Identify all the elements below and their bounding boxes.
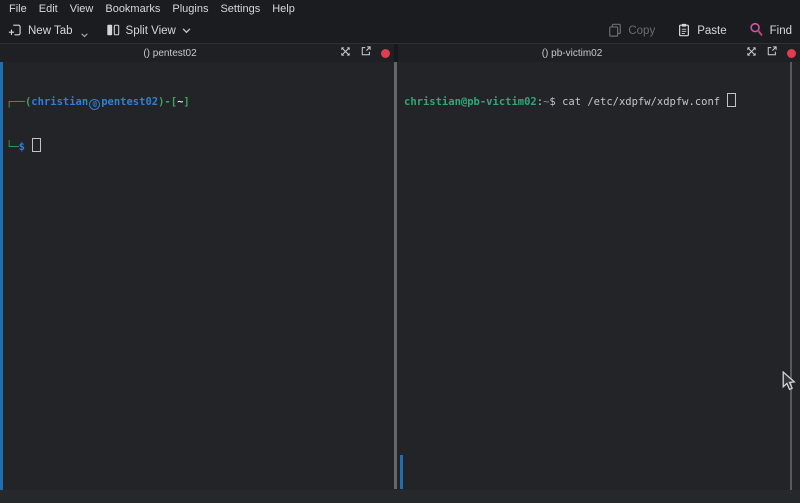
detach-view-icon[interactable] (766, 44, 778, 62)
close-view-button[interactable] (381, 49, 390, 58)
terminal-left[interactable]: ┌──(christian@pentest02)-[~] └─$ (0, 62, 394, 490)
pane-header-right[interactable]: () pb-victim02 (398, 44, 800, 62)
detach-view-icon[interactable] (360, 44, 372, 62)
copy-label: Copy (628, 25, 655, 37)
kali-prompt-line1: ┌──(christian@pentest02)-[~] (6, 95, 190, 110)
menu-bookmarks[interactable]: Bookmarks (99, 0, 166, 19)
split-view-icon (106, 23, 120, 40)
new-tab-button[interactable]: New Tab (8, 21, 88, 41)
terminal-cursor (727, 93, 736, 107)
find-label: Find (770, 25, 792, 37)
right-pane-title: () pb-victim02 (398, 48, 746, 59)
terminal-right[interactable]: christian@pb-victim02:~$ cat /etc/xdpfw/… (398, 62, 800, 490)
konsole-window: File Edit View Bookmarks Plugins Setting… (0, 0, 800, 503)
prompt-frame-close: ] (183, 96, 189, 108)
left-pane-title: () pentest02 (0, 48, 340, 59)
prompt-user-host: christian@pb-victim02 (404, 96, 537, 108)
prompt-dollar: $ (19, 141, 32, 153)
paste-label: Paste (697, 25, 726, 37)
menu-file[interactable]: File (3, 0, 33, 19)
pane-header-left[interactable]: () pentest02 (0, 44, 394, 62)
maximize-view-icon[interactable] (340, 44, 351, 62)
find-button[interactable]: Find (749, 22, 792, 40)
left-terminal-output: ┌──(christian@pentest02)-[~] └─$ (6, 67, 190, 182)
pane-splitter[interactable] (394, 62, 397, 489)
new-tab-icon (8, 23, 22, 40)
circled-at-icon: @ (89, 99, 100, 110)
prompt-frame-mid: )-[ (158, 96, 177, 108)
split-view-label: Split View (126, 25, 176, 37)
left-terminal-scrollbar[interactable] (0, 62, 3, 490)
menu-plugins[interactable]: Plugins (166, 0, 214, 19)
right-terminal-scrollbar[interactable] (400, 455, 403, 489)
toolbar: New Tab Split View Copy Paste (0, 19, 800, 44)
terminal-cursor (32, 138, 41, 152)
window-bottom-strip (0, 490, 800, 503)
menu-help[interactable]: Help (266, 0, 301, 19)
pane-header-row: () pentest02 () pb-victim02 (0, 44, 800, 62)
menu-view[interactable]: View (64, 0, 100, 19)
prompt-dollar: $ (549, 96, 562, 108)
copy-button[interactable]: Copy (608, 23, 655, 40)
right-terminal-output: christian@pb-victim02:~$ cat /etc/xdpfw/… (404, 65, 736, 137)
find-icon (749, 22, 764, 40)
paste-icon (677, 23, 691, 40)
new-tab-caret-icon (81, 29, 88, 41)
typed-command: cat /etc/xdpfw/xdpfw.conf (562, 96, 726, 108)
kali-prompt-line2: └─$ (6, 138, 190, 154)
menubar: File Edit View Bookmarks Plugins Setting… (0, 0, 800, 19)
maximize-view-icon[interactable] (746, 44, 757, 62)
prompt-frame-open: ┌──( (6, 96, 31, 108)
menu-settings[interactable]: Settings (214, 0, 266, 19)
prompt-frame-bottom: └─ (6, 141, 19, 153)
new-tab-label: New Tab (28, 25, 73, 37)
chevron-down-icon (182, 25, 191, 37)
close-view-button[interactable] (787, 49, 796, 58)
prompt-host: pentest02 (101, 96, 158, 108)
split-view-button[interactable]: Split View (106, 23, 191, 40)
copy-icon (608, 23, 622, 40)
right-edge-divider[interactable] (790, 62, 792, 490)
bash-prompt-line: christian@pb-victim02:~$ cat /etc/xdpfw/… (404, 93, 736, 109)
paste-button[interactable]: Paste (677, 23, 726, 40)
menu-edit[interactable]: Edit (33, 0, 64, 19)
prompt-user: christian (31, 96, 88, 108)
